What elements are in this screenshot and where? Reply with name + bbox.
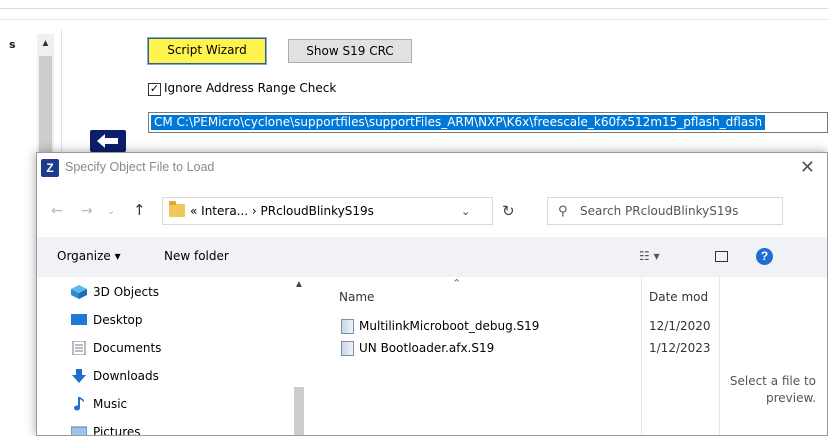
dialog-title: Specify Object File to Load bbox=[65, 160, 215, 174]
up-folder-icon[interactable]: ↑ bbox=[133, 201, 146, 219]
scroll-up-arrow-icon[interactable]: ▲ bbox=[37, 36, 54, 52]
dialog-toolbar: Organize ▾ New folder ☷ ▾ ? bbox=[37, 237, 827, 277]
preview-pane: Select a file to preview. bbox=[719, 277, 827, 435]
tree-item-label: 3D Objects bbox=[93, 285, 160, 299]
s19-file-icon bbox=[341, 319, 354, 334]
refresh-icon[interactable]: ↻ bbox=[502, 202, 515, 220]
help-icon[interactable]: ? bbox=[756, 248, 773, 265]
back-nav-icon[interactable]: ← bbox=[51, 203, 63, 219]
back-arrow-button[interactable] bbox=[90, 130, 126, 152]
left-panel-label: s bbox=[9, 38, 16, 51]
object-file-path-field[interactable]: CM C:\PEMicro\cyclone\supportfiles\suppo… bbox=[148, 112, 828, 133]
address-path: « Intera... › PRcloudBlinkyS19s bbox=[190, 204, 374, 218]
back-arrow-icon bbox=[97, 134, 118, 148]
column-header-date-modified[interactable]: Date modi bbox=[649, 290, 709, 304]
forward-nav-icon[interactable]: → bbox=[81, 203, 93, 219]
address-bar[interactable]: « Intera... › PRcloudBlinkyS19s ⌄ bbox=[162, 197, 493, 225]
object-file-path-text: CM C:\PEMicro\cyclone\supportfiles\suppo… bbox=[151, 115, 766, 130]
search-placeholder: Search PRcloudBlinkyS19s bbox=[580, 204, 739, 218]
downloads-icon bbox=[72, 369, 86, 383]
show-s19-crc-button[interactable]: Show S19 CRC bbox=[288, 39, 412, 63]
pemicro-app-icon: Z bbox=[41, 159, 59, 177]
preview-pane-icon[interactable] bbox=[715, 251, 728, 262]
tree-item-label: Downloads bbox=[93, 369, 159, 383]
folder-icon bbox=[169, 201, 185, 217]
documents-icon bbox=[72, 341, 86, 355]
navigation-bar: ← → ⌄ ↑ « Intera... › PRcloudBlinkyS19s … bbox=[37, 189, 827, 227]
pictures-icon bbox=[71, 426, 87, 435]
music-icon bbox=[74, 397, 84, 411]
preview-placeholder-text: Select a file to preview. bbox=[729, 374, 816, 405]
ignore-address-range-label: Ignore Address Range Check bbox=[164, 81, 337, 95]
file-date: 1/12/2023 bbox=[649, 341, 711, 355]
close-icon[interactable]: ✕ bbox=[800, 157, 815, 178]
column-header-name[interactable]: Name bbox=[339, 290, 374, 304]
ignore-address-range-checkbox[interactable]: ✓ bbox=[148, 83, 161, 96]
tree-item-label: Desktop bbox=[93, 313, 143, 327]
desktop-icon bbox=[71, 314, 87, 325]
chevron-down-icon[interactable]: ⌄ bbox=[461, 205, 470, 218]
open-file-dialog: Z Specify Object File to Load ✕ ← → ⌄ ↑ … bbox=[36, 152, 828, 436]
dialog-titlebar: Z Specify Object File to Load ✕ bbox=[37, 153, 827, 183]
top-separator bbox=[0, 8, 828, 9]
sort-ascending-icon: ⌃ bbox=[452, 277, 462, 290]
file-row[interactable]: UN Bootloader.afx.S19 1/12/2023 bbox=[339, 339, 719, 359]
tree-scrollbar[interactable]: ▲ bbox=[291, 277, 308, 435]
navigation-tree: 3D Objects Desktop Documents Downloads M… bbox=[37, 277, 307, 436]
search-icon: ⚲ bbox=[558, 204, 568, 219]
script-wizard-button[interactable]: Script Wizard bbox=[147, 37, 267, 65]
file-list: ⌃ Name Date modi MultilinkMicroboot_debu… bbox=[327, 277, 719, 435]
s19-file-icon bbox=[341, 341, 354, 356]
top-separator-2 bbox=[0, 19, 828, 20]
tree-item-label: Pictures bbox=[93, 425, 141, 436]
new-folder-button[interactable]: New folder bbox=[164, 249, 229, 263]
recent-locations-chevron-icon[interactable]: ⌄ bbox=[107, 206, 115, 217]
file-name: UN Bootloader.afx.S19 bbox=[359, 341, 495, 355]
file-row[interactable]: MultilinkMicroboot_debug.S19 12/1/2020 bbox=[339, 317, 719, 337]
scroll-up-arrow-icon[interactable]: ▲ bbox=[294, 279, 304, 290]
file-name: MultilinkMicroboot_debug.S19 bbox=[359, 319, 540, 333]
tree-item-label: Music bbox=[93, 397, 128, 411]
tree-item-label: Documents bbox=[93, 341, 162, 355]
scrollbar-thumb[interactable] bbox=[294, 387, 304, 435]
change-view-icon[interactable]: ☷ ▾ bbox=[639, 249, 660, 263]
file-date: 12/1/2020 bbox=[649, 319, 711, 333]
search-box[interactable]: ⚲ Search PRcloudBlinkyS19s bbox=[547, 197, 783, 225]
organize-menu-button[interactable]: Organize ▾ bbox=[57, 249, 121, 263]
3d-objects-icon bbox=[71, 285, 87, 299]
